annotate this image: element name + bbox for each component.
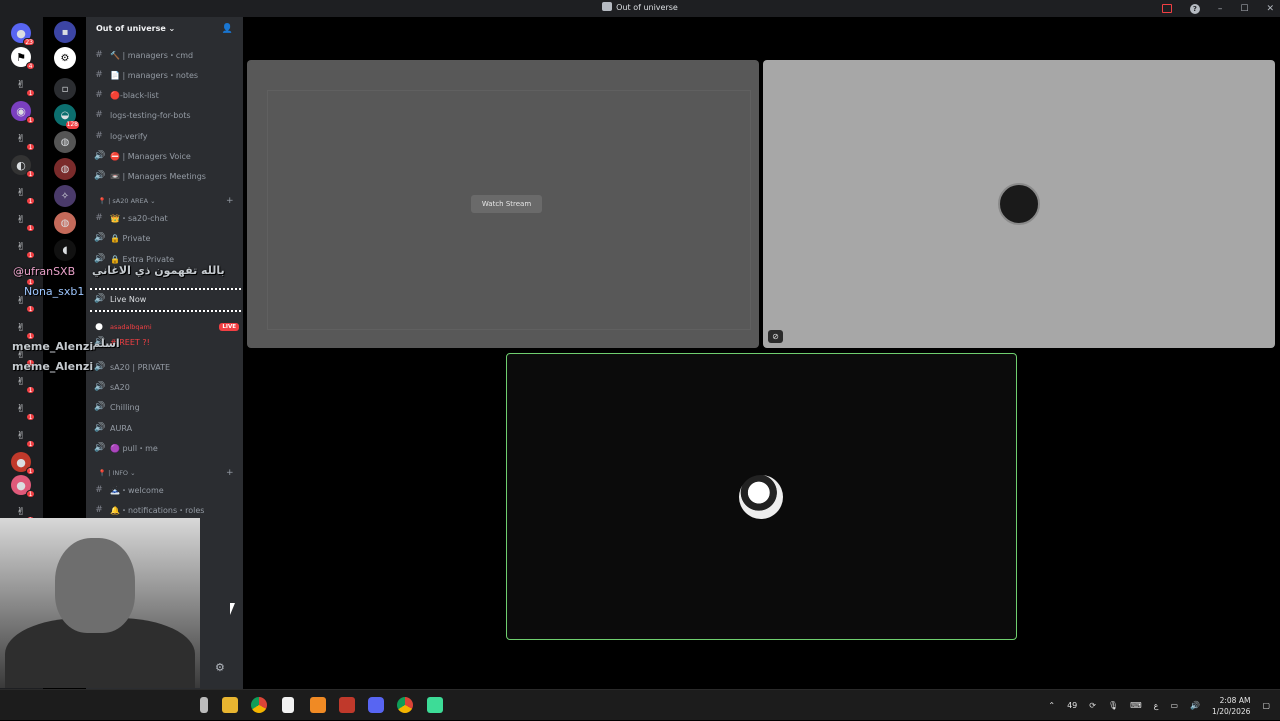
home-icon[interactable]: ● 23 <box>11 23 35 46</box>
taskbar: ⌃ 49 ⟳ 🎙 ⌨ ع ▭ 🔊 2:08 AM 1/20/2026 ▢ <box>0 689 1280 720</box>
discord-taskbar-icon[interactable] <box>368 697 384 713</box>
language-indicator[interactable]: ع <box>1154 701 1159 710</box>
app-icon[interactable] <box>200 697 208 713</box>
overlay-username: Nona_sxb1 <box>24 285 85 298</box>
server-icon[interactable]: ◍ <box>54 158 76 180</box>
user-avatar <box>739 475 783 519</box>
overlay-username: meme_Alenzi <box>12 360 94 373</box>
category-header[interactable]: 📍 | sA20 AREA ⌄ + <box>98 196 234 206</box>
microphone-icon[interactable]: 🎙 <box>1108 701 1118 710</box>
window-controls: ? – ☐ ✕ <box>1161 0 1274 17</box>
discord-icon <box>602 2 613 11</box>
server-icon[interactable]: ⚑ 4 <box>11 47 35 70</box>
channel-item[interactable]: # 📄 | managers・notes <box>94 66 239 84</box>
speaking-user-tile[interactable] <box>506 353 1017 640</box>
server-icon[interactable]: ⚙ <box>54 47 76 69</box>
category-header[interactable]: 📍 | INFO ⌄ + <box>98 468 234 478</box>
mouse-cursor <box>230 603 235 615</box>
channel-item[interactable]: # 🗻・welcome <box>94 481 239 499</box>
voice-channel-item[interactable]: 🔊 sA20 | PRIVATE <box>94 358 239 376</box>
voice-channel-item[interactable]: 🔊 Chilling <box>94 398 239 416</box>
server-icon[interactable]: ✌1 <box>11 398 35 421</box>
folder-icon[interactable]: ▪ <box>54 21 76 43</box>
folder-icon[interactable]: ▫ <box>54 78 76 100</box>
add-channel-icon[interactable]: + <box>226 196 234 206</box>
voice-stage: Watch Stream ⊘ <box>243 17 1280 689</box>
server-header[interactable]: Out of universe ⌄ 👤 <box>86 17 243 44</box>
app-icon[interactable] <box>427 697 443 713</box>
user-avatar <box>998 183 1040 225</box>
voice-channel-item[interactable]: 🔊 🟣 pull・me <box>94 439 239 457</box>
keyboard-icon[interactable]: ⌨ <box>1130 701 1142 710</box>
channel-item[interactable]: # 🔔・notifications・roles <box>94 501 239 519</box>
document-icon[interactable] <box>282 697 294 713</box>
voice-channel-item[interactable]: 🔊 AURA <box>94 419 239 437</box>
add-member-icon[interactable]: 👤 <box>222 24 233 34</box>
chrome-icon[interactable] <box>251 697 267 713</box>
system-tray: ⌃ 49 ⟳ 🎙 ⌨ ع ▭ 🔊 2:08 AM 1/20/2026 ▢ <box>1048 690 1270 721</box>
user-avatar: ● <box>95 322 103 332</box>
channel-item[interactable]: # 🔴-black-list <box>94 86 239 104</box>
help-icon[interactable]: ? <box>1189 3 1200 14</box>
notifications-icon[interactable]: ▢ <box>1262 701 1270 710</box>
watch-stream-button[interactable]: Watch Stream <box>471 195 542 213</box>
tray-counter[interactable]: 49 <box>1067 701 1077 710</box>
server-icon[interactable]: ✌1 <box>11 425 35 448</box>
deafened-icon: ⊘ <box>768 330 783 343</box>
inbox-icon[interactable] <box>1161 4 1172 13</box>
voice-channel-item[interactable]: 🔊 ⛔ | Managers Voice <box>94 147 239 165</box>
server-icon[interactable]: ◉ 1 <box>11 101 35 124</box>
server-icon[interactable]: ✌1 <box>11 74 35 97</box>
overlay-divider <box>90 310 245 313</box>
server-icon[interactable]: ◐ 1 <box>11 155 35 178</box>
voice-channel-item[interactable]: 🔊 sA20 <box>94 378 239 396</box>
overlay-divider <box>90 288 245 291</box>
overlay-message: بالله تفهمون ذي الاغاني <box>92 264 225 277</box>
server-icon[interactable]: ◖ <box>54 239 76 261</box>
sync-icon[interactable]: ⟳ <box>1089 701 1096 710</box>
window-title: Out of universe <box>0 2 1280 12</box>
chevron-up-icon[interactable]: ⌃ <box>1048 701 1055 710</box>
app-icon[interactable] <box>339 697 355 713</box>
app-icon[interactable] <box>310 697 326 713</box>
server-icon[interactable]: ✧ <box>54 185 76 207</box>
server-icon[interactable]: ✌1 <box>11 371 35 394</box>
maximize-icon[interactable]: ☐ <box>1240 4 1248 14</box>
server-icon[interactable]: ✌1 <box>11 317 35 340</box>
clock[interactable]: 2:08 AM 1/20/2026 <box>1212 695 1250 717</box>
overlay-message: اسلم <box>92 337 120 350</box>
add-channel-icon[interactable]: + <box>226 468 234 478</box>
display-icon[interactable]: ▭ <box>1170 701 1178 710</box>
live-now-item[interactable]: 🔊 Live Now <box>94 290 239 308</box>
minimize-icon[interactable]: – <box>1218 4 1223 14</box>
channel-item[interactable]: # logs-testing-for-bots <box>94 106 239 124</box>
file-explorer-icon[interactable] <box>222 697 238 713</box>
server-icon[interactable]: ✌1 <box>11 128 35 151</box>
server-icon[interactable]: ◒ 128 <box>54 104 79 129</box>
webcam-overlay <box>0 518 200 688</box>
chrome-icon[interactable] <box>397 697 413 713</box>
server-icon[interactable]: ● 1 <box>11 452 35 475</box>
overlay-username: meme_Alenzi <box>12 340 94 353</box>
server-icon[interactable]: ◍ <box>54 131 76 153</box>
server-icon[interactable]: ✌1 <box>11 236 35 259</box>
channel-item[interactable]: # log-verify <box>94 127 239 145</box>
channel-item[interactable]: # 🔨 | managers・cmd <box>94 46 239 64</box>
user-tile[interactable]: ⊘ <box>763 60 1275 348</box>
volume-icon[interactable]: 🔊 <box>1190 701 1200 710</box>
window-titlebar: Out of universe ? – ☐ ✕ <box>0 0 1280 17</box>
voice-channel-item[interactable]: 🔊 🔒 Private <box>94 229 239 247</box>
server-icon[interactable]: ● 1 <box>11 475 35 498</box>
live-badge: LIVE <box>219 323 239 331</box>
close-icon[interactable]: ✕ <box>1266 4 1274 14</box>
server-icon[interactable]: ✌1 <box>11 209 35 232</box>
channel-item[interactable]: # 👑・sa20-chat <box>94 209 239 227</box>
user-settings-icon[interactable]: ⚙ <box>215 661 225 674</box>
server-icon[interactable]: ✌1 <box>11 182 35 205</box>
voice-channel-item[interactable]: 🔊 📼 | Managers Meetings <box>94 167 239 185</box>
server-icon[interactable]: ◍ <box>54 212 76 234</box>
stream-tile[interactable]: Watch Stream <box>247 60 759 348</box>
overlay-username: @ufranSXB <box>13 265 76 278</box>
